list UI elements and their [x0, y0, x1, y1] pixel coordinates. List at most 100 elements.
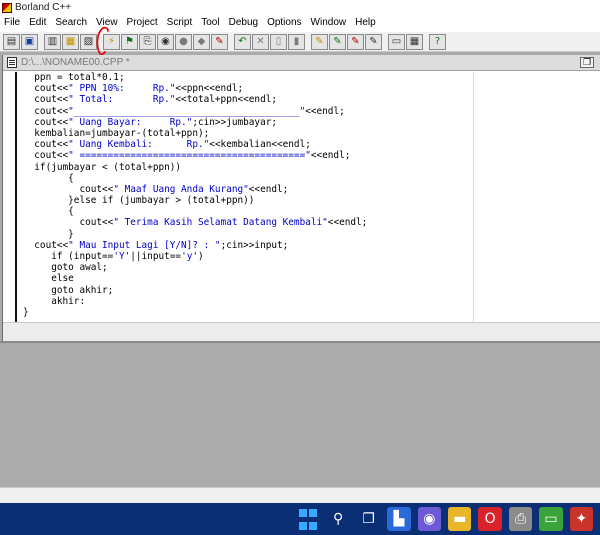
stop-button[interactable]: ●	[175, 33, 192, 50]
code-string-literal: " PPN 10%: Rp."	[68, 83, 176, 95]
save-button[interactable]: ▧	[80, 33, 97, 50]
editor-file-title: D:\...\NONAME00.CPP *	[21, 57, 130, 68]
code-line[interactable]: goto akhir;	[23, 285, 367, 296]
menu-search[interactable]: Search	[51, 15, 92, 31]
code-line[interactable]: }	[23, 307, 367, 318]
run-button[interactable]: ◉	[157, 33, 174, 50]
menu-file[interactable]: File	[0, 15, 25, 31]
make-button[interactable]: ⚡	[103, 33, 120, 50]
editor-horizontal-scrollbar[interactable]	[3, 322, 600, 341]
compile-button[interactable]: ⎘	[139, 33, 156, 50]
code-line[interactable]: cout<<" Uang Bayar: Rp.";cin>>jumbayar;	[23, 117, 367, 128]
help-button[interactable]: ?	[429, 33, 446, 50]
build-button[interactable]: ⚑	[121, 33, 138, 50]
restore-window-button[interactable]: ❐	[580, 57, 594, 68]
code-line[interactable]: cout<<" Total: Rp."<<total+ppn<<endl;	[23, 94, 367, 105]
opera-browser-icon[interactable]: O	[478, 507, 502, 531]
printer-app-icon[interactable]: ⎙	[508, 507, 533, 531]
message-window-button[interactable]: ▭	[388, 33, 405, 50]
find-button[interactable]: ✎	[311, 33, 328, 50]
file-explorer-icon[interactable]: ▬	[448, 507, 472, 531]
code-token: ;cin>>input;	[220, 239, 289, 251]
pause-button[interactable]: ◆	[193, 33, 210, 50]
menu-script[interactable]: Script	[163, 15, 198, 31]
monitor-app-icon[interactable]: ▭	[539, 507, 563, 531]
code-token: <<total+ppn<<endl;	[175, 94, 278, 106]
copy-icon: ▯	[275, 35, 282, 47]
menu-view[interactable]: View	[92, 15, 123, 31]
editor-titlebar: D:\...\NONAME00.CPP * ❐	[3, 55, 600, 71]
code-line[interactable]: cout<<"_________________________________…	[23, 106, 367, 117]
code-token: ppn = total*0.1;	[23, 72, 125, 83]
code-line[interactable]: cout<<" PPN 10%: Rp."<<ppn<<endl;	[23, 83, 367, 94]
widgets-icon[interactable]: ▙	[387, 507, 411, 531]
menu-project[interactable]: Project	[123, 15, 163, 31]
code-line[interactable]: ppn = total*0.1;	[23, 72, 367, 83]
open-project-button[interactable]: ▣	[21, 33, 38, 50]
windows-taskbar: ⚲ ❐ ▙ ◉ ▬ O ⎙ ▭ ✦	[0, 503, 600, 535]
code-token: }	[23, 306, 29, 318]
step-button[interactable]: ✎	[211, 33, 228, 50]
new-file-button[interactable]: ▤	[3, 33, 20, 50]
project-window-button[interactable]: ▦	[406, 33, 423, 50]
code-line[interactable]: akhir:	[23, 296, 367, 307]
task-view-icon[interactable]: ❐	[357, 507, 380, 531]
menu-options[interactable]: Options	[263, 15, 306, 31]
compile-icon: ⎘	[143, 35, 152, 47]
code-line[interactable]: }	[23, 229, 367, 240]
menu-debug[interactable]: Debug	[225, 15, 263, 31]
workspace-area	[0, 341, 600, 487]
menu-help[interactable]: Help	[351, 15, 381, 31]
code-token: goto akhir;	[23, 284, 114, 296]
paste-button[interactable]: ▮	[288, 33, 305, 50]
code-line[interactable]: cout<<" Maaf Uang Anda Kurang"<<endl;	[23, 184, 367, 195]
code-token: cout<<	[23, 83, 69, 95]
find-next-button[interactable]: ✎	[329, 33, 346, 50]
make-icon: ⚡	[107, 35, 116, 47]
teams-chat-icon[interactable]: ◉	[417, 507, 442, 531]
code-line[interactable]: {	[23, 173, 367, 184]
undo-button[interactable]: ↶	[234, 33, 251, 50]
code-token: }	[23, 228, 74, 240]
copy-button[interactable]: ▯	[270, 33, 287, 50]
search-icon[interactable]: ⚲	[326, 507, 349, 531]
code-token: ||input==	[130, 251, 182, 262]
editor-window: D:\...\NONAME00.CPP * ❐ ppn = total*0.1;…	[2, 55, 600, 341]
code-line[interactable]: cout<<" Uang Kembali: Rp."<<kembalian<<e…	[23, 139, 367, 150]
search-again-button[interactable]: ✎	[365, 33, 382, 50]
menu-tool[interactable]: Tool	[197, 15, 224, 31]
borland-app-icon[interactable]: ✦	[569, 507, 594, 531]
menu-window[interactable]: Window	[307, 15, 352, 31]
code-token: cout<<	[23, 239, 69, 251]
find-icon: ✎	[315, 35, 324, 47]
code-line[interactable]: if (input=='Y'||input=='y')	[23, 251, 367, 262]
cut-button[interactable]: ✕	[252, 33, 269, 50]
code-token: )	[198, 251, 204, 262]
code-line[interactable]: cout<<" Mau Input Lagi [Y/N]? : ";cin>>i…	[23, 240, 367, 251]
code-line[interactable]: goto awal;	[23, 262, 367, 273]
project-window-icon: ▦	[409, 35, 420, 47]
code-string-literal: 'y'	[181, 251, 198, 262]
code-line[interactable]: {	[23, 206, 367, 217]
code-text[interactable]: ppn = total*0.1; cout<<" PPN 10%: Rp."<<…	[23, 72, 367, 318]
code-token: }else if (jumbayar > (total+ppn))	[23, 195, 255, 207]
code-line[interactable]: }else if (jumbayar > (total+ppn))	[23, 195, 367, 206]
stop-icon: ●	[179, 35, 188, 47]
code-editor[interactable]: ppn = total*0.1; cout<<" PPN 10%: Rp."<<…	[3, 72, 471, 322]
code-line[interactable]: else	[23, 273, 367, 284]
replace-button[interactable]: ✎	[347, 33, 364, 50]
code-token: cout<<	[23, 94, 69, 106]
editor-margin-bar	[15, 72, 17, 322]
code-token: if (input==	[23, 251, 114, 262]
code-line[interactable]: cout<<" ================================…	[23, 150, 367, 161]
undo-icon: ↶	[238, 35, 247, 47]
open-file-button[interactable]: ▥	[44, 33, 61, 50]
code-string-literal: " Terima Kasih Selamat Datang Kembali"	[113, 217, 328, 229]
start-icon[interactable]	[296, 507, 319, 531]
pause-icon: ◆	[197, 35, 206, 47]
menu-edit[interactable]: Edit	[25, 15, 51, 31]
code-line[interactable]: if(jumbayar < (total+ppn))	[23, 162, 367, 173]
code-line[interactable]: kembalian=jumbayar-(total+ppn);	[23, 128, 367, 139]
code-line[interactable]: cout<<" Terima Kasih Selamat Datang Kemb…	[23, 217, 367, 228]
open-folder-button[interactable]: ▦	[62, 33, 79, 50]
